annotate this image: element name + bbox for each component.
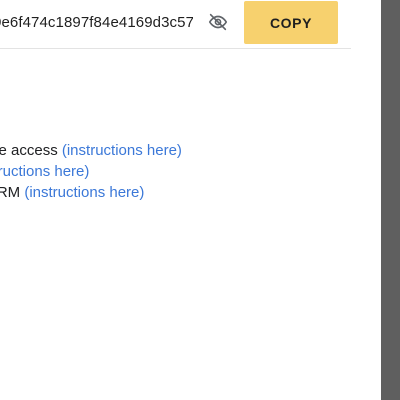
instruction-text: CRM [0,184,21,201]
side-scrim [381,0,400,400]
toggle-visibility-button[interactable] [205,11,231,37]
instructions-link[interactable]: (instructions here) [24,184,144,201]
instruction-text: rse access [0,142,58,159]
instruction-line-2: structions here) [0,161,381,182]
api-key-field[interactable]: 0e6f474c1897f84e4169d3c5741 [0,11,193,35]
eye-off-icon [207,11,229,38]
api-key-row: 0e6f474c1897f84e4169d3c5741 COPY [0,0,351,49]
copy-button[interactable]: COPY [244,1,338,44]
instructions-link[interactable]: structions here) [0,163,89,180]
instructions-list: rse access (instructions here) struction… [0,140,381,203]
instruction-line-crm: CRM (instructions here) [0,182,381,203]
instruction-line-browse: rse access (instructions here) [0,140,381,161]
api-key-panel: 0e6f474c1897f84e4169d3c5741 COPY rse acc… [0,0,381,400]
instructions-link[interactable]: (instructions here) [62,142,182,159]
